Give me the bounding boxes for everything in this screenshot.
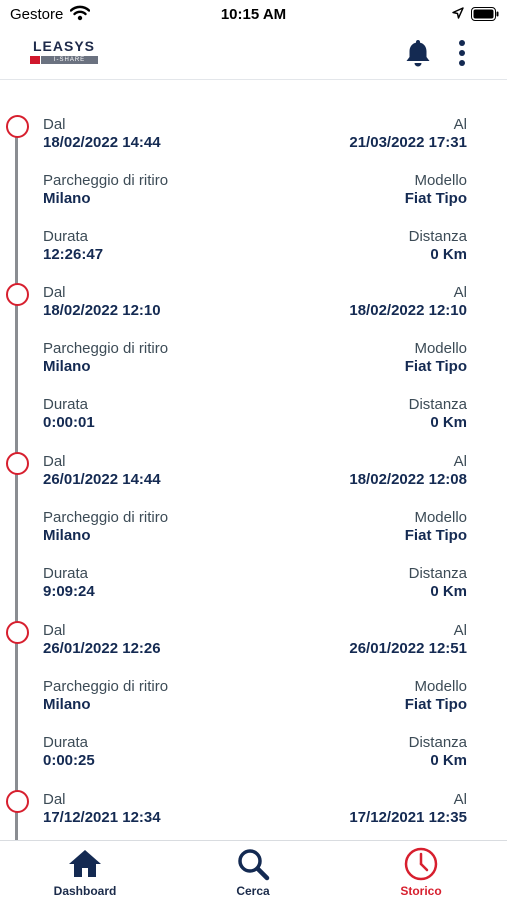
from-time: 12:10 — [122, 302, 161, 319]
trip-item[interactable]: Dal 18/02/2022 12:10 Al 18/02/2022 12:10… — [0, 248, 507, 431]
to-label: Al — [453, 116, 467, 133]
from-datetime: 18/02/2022 12:10 — [43, 302, 161, 320]
to-time: 17:31 — [428, 134, 467, 151]
from-label: Dal — [43, 791, 66, 808]
distance-label: Distanza — [408, 565, 467, 582]
to-time: 12:10 — [428, 302, 467, 319]
to-date: 21/03/2022 — [349, 134, 425, 151]
from-label: Dal — [43, 622, 66, 639]
home-icon — [69, 850, 101, 877]
from-date: 17/12/2021 — [43, 809, 119, 826]
model-value: Fiat Tipo — [404, 696, 467, 713]
from-date: 18/02/2022 — [43, 134, 119, 151]
to-time: 12:51 — [428, 640, 467, 657]
duration-label: Durata — [43, 565, 89, 582]
tab-bar: Dashboard Cerca Storico — [0, 840, 507, 900]
distance-label: Distanza — [408, 228, 467, 245]
pickup-value: Milano — [43, 358, 91, 375]
duration-label: Durata — [43, 396, 89, 413]
to-label: Al — [453, 284, 467, 301]
duration-label: Durata — [43, 228, 89, 245]
app-header: LEASYS I-SHARE — [0, 30, 507, 80]
leasys-logo: LEASYS I-SHARE — [30, 38, 98, 64]
trip-history-list[interactable]: Dal 18/02/2022 14:44 Al 21/03/2022 17:31… — [0, 80, 507, 840]
status-time: 10:15 AM — [220, 6, 287, 23]
model-value: Fiat Tipo — [404, 527, 467, 544]
pickup-label: Parcheggio di ritiro — [43, 678, 169, 695]
to-date: 17/12/2021 — [349, 809, 425, 826]
to-date: 18/02/2022 — [349, 302, 425, 319]
from-time: 14:44 — [122, 471, 161, 488]
from-time: 12:34 — [122, 809, 161, 826]
battery-icon — [471, 7, 499, 21]
to-datetime: 18/02/2022 12:10 — [349, 302, 467, 320]
logo-text: LEASYS — [32, 38, 95, 54]
clock-icon — [404, 847, 438, 881]
model-value: Fiat Tipo — [404, 190, 467, 207]
tab-label: Dashboard — [53, 884, 117, 898]
trip-item[interactable]: Dal 17/12/2021 12:34 Al 17/12/2021 12:35 — [0, 755, 507, 840]
tab-label: Storico — [400, 884, 442, 898]
timeline-marker — [6, 115, 29, 138]
model-label: Modello — [414, 340, 467, 357]
tab-storico[interactable]: Storico — [361, 841, 481, 900]
pickup-value: Milano — [43, 527, 91, 544]
pickup-label: Parcheggio di ritiro — [43, 340, 169, 357]
search-icon — [238, 849, 270, 881]
model-label: Modello — [414, 509, 467, 526]
to-date: 18/02/2022 — [349, 471, 425, 488]
from-datetime: 26/01/2022 14:44 — [43, 471, 161, 489]
distance-label: Distanza — [408, 396, 467, 413]
timeline-marker — [6, 452, 29, 475]
pickup-label: Parcheggio di ritiro — [43, 509, 169, 526]
distance-label: Distanza — [408, 734, 467, 751]
logo-flag — [30, 56, 40, 64]
to-datetime: 18/02/2022 12:08 — [349, 471, 467, 489]
trip-item[interactable]: Dal 26/01/2022 14:44 Al 18/02/2022 12:08… — [0, 417, 507, 600]
to-datetime: 26/01/2022 12:51 — [349, 640, 467, 658]
pickup-label: Parcheggio di ritiro — [43, 172, 169, 189]
tab-cerca[interactable]: Cerca — [193, 841, 313, 900]
to-label: Al — [453, 622, 467, 639]
from-date: 26/01/2022 — [43, 640, 119, 657]
timeline-marker — [6, 790, 29, 813]
model-label: Modello — [414, 678, 467, 695]
from-date: 18/02/2022 — [43, 302, 119, 319]
timeline-marker — [6, 283, 29, 306]
from-date: 26/01/2022 — [43, 471, 119, 488]
from-label: Dal — [43, 116, 66, 133]
tab-label: Cerca — [236, 884, 270, 898]
trip-item[interactable]: Dal 18/02/2022 14:44 Al 21/03/2022 17:31… — [0, 80, 507, 263]
to-label: Al — [453, 791, 467, 808]
logo-subtext: I-SHARE — [53, 57, 86, 63]
from-datetime: 26/01/2022 12:26 — [43, 640, 161, 658]
to-date: 26/01/2022 — [349, 640, 425, 657]
from-label: Dal — [43, 284, 66, 301]
model-value: Fiat Tipo — [404, 358, 467, 375]
to-datetime: 17/12/2021 12:35 — [349, 809, 467, 827]
tab-dashboard[interactable]: Dashboard — [25, 841, 145, 900]
duration-label: Durata — [43, 734, 89, 751]
pickup-value: Milano — [43, 696, 91, 713]
from-label: Dal — [43, 453, 66, 470]
trip-item[interactable]: Dal 26/01/2022 12:26 Al 26/01/2022 12:51… — [0, 586, 507, 769]
pickup-value: Milano — [43, 190, 91, 207]
from-datetime: 18/02/2022 14:44 — [43, 134, 161, 152]
timeline-marker — [6, 621, 29, 644]
location-arrow-icon — [452, 7, 464, 19]
to-time: 12:08 — [428, 471, 467, 488]
more-vertical-icon[interactable] — [457, 39, 467, 67]
to-label: Al — [453, 453, 467, 470]
model-label: Modello — [414, 172, 467, 189]
to-datetime: 21/03/2022 17:31 — [349, 134, 467, 152]
status-bar: Gestore 10:15 AM — [0, 0, 507, 30]
from-time: 14:44 — [122, 134, 161, 151]
from-time: 12:26 — [122, 640, 161, 657]
to-time: 12:35 — [428, 809, 467, 826]
bell-icon[interactable] — [404, 38, 432, 68]
from-datetime: 17/12/2021 12:34 — [43, 809, 161, 827]
